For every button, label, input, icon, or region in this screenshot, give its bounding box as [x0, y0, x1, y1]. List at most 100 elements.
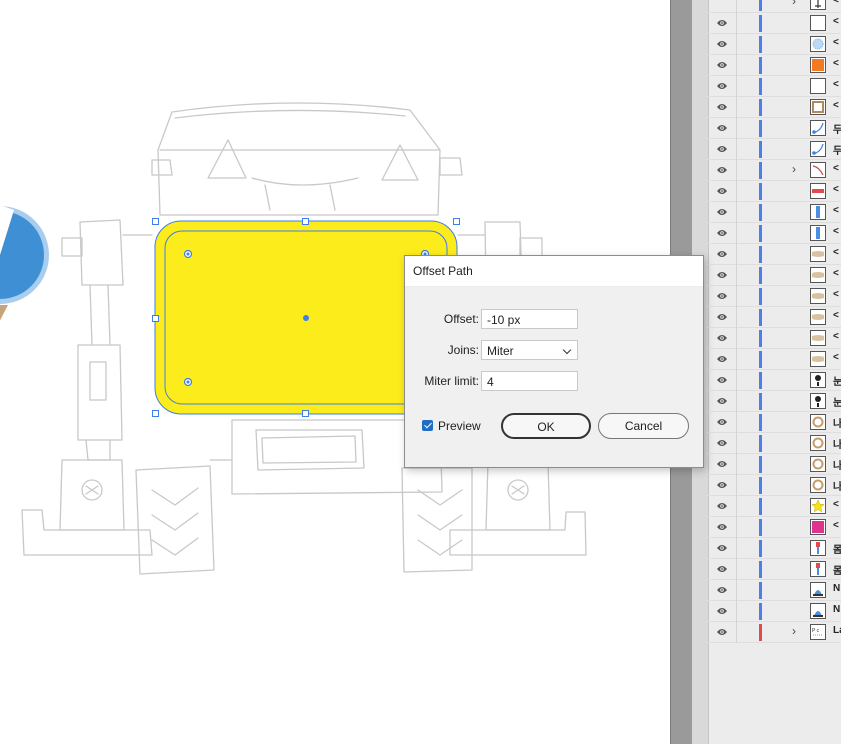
lock-column[interactable] — [736, 181, 737, 202]
lock-column[interactable] — [736, 55, 737, 76]
lock-column[interactable] — [736, 118, 737, 139]
eye-icon[interactable] — [716, 585, 728, 595]
eye-icon[interactable] — [716, 480, 728, 490]
eye-icon[interactable] — [716, 543, 728, 553]
lock-column[interactable] — [736, 244, 737, 265]
preview-label[interactable]: Preview — [438, 419, 481, 433]
layer-row[interactable]: < — [708, 223, 841, 244]
lock-column[interactable] — [736, 622, 737, 643]
lock-column[interactable] — [736, 265, 737, 286]
eye-icon[interactable] — [716, 438, 728, 448]
layer-row[interactable]: 두 — [708, 118, 841, 139]
lock-column[interactable] — [736, 601, 737, 622]
layer-row[interactable]: < — [708, 13, 841, 34]
eye-icon[interactable] — [716, 375, 728, 385]
chevron-right-icon[interactable]: › — [792, 624, 796, 638]
layer-row[interactable]: 눈 — [708, 391, 841, 412]
chevron-right-icon[interactable]: › — [792, 162, 796, 176]
lock-column[interactable] — [736, 202, 737, 223]
lock-column[interactable] — [736, 97, 737, 118]
lock-column[interactable] — [736, 139, 737, 160]
layer-row[interactable]: N — [708, 601, 841, 622]
layer-row[interactable]: < — [708, 286, 841, 307]
layer-row[interactable]: < — [708, 496, 841, 517]
lock-column[interactable] — [736, 580, 737, 601]
miter-limit-input[interactable]: 4 — [481, 371, 578, 391]
eye-icon[interactable] — [716, 606, 728, 616]
ok-button[interactable]: OK — [501, 413, 591, 439]
eye-icon[interactable] — [716, 291, 728, 301]
offset-input[interactable]: -10 px — [481, 309, 578, 329]
layer-row[interactable]: 나 — [708, 475, 841, 496]
layer-row[interactable]: 눈 — [708, 370, 841, 391]
lock-column[interactable] — [736, 496, 737, 517]
eye-icon[interactable] — [716, 18, 728, 28]
lock-column[interactable] — [736, 160, 737, 181]
layer-row[interactable]: 몸 — [708, 559, 841, 580]
layer-row[interactable]: › P c La — [708, 622, 841, 643]
layer-row[interactable]: < — [708, 328, 841, 349]
lock-column[interactable] — [736, 412, 737, 433]
chevron-right-icon[interactable]: › — [792, 0, 796, 8]
layer-row[interactable]: < — [708, 244, 841, 265]
layer-row[interactable]: N — [708, 580, 841, 601]
layer-row[interactable]: < — [708, 181, 841, 202]
layer-row[interactable]: < — [708, 517, 841, 538]
eye-icon[interactable] — [716, 312, 728, 322]
lock-column[interactable] — [736, 433, 737, 454]
lock-column[interactable] — [736, 391, 737, 412]
preview-checkbox[interactable] — [422, 420, 433, 431]
eye-icon[interactable] — [716, 144, 728, 154]
layer-row[interactable]: 나 — [708, 412, 841, 433]
layer-row[interactable]: 나 — [708, 433, 841, 454]
cancel-button[interactable]: Cancel — [598, 413, 689, 439]
eye-icon[interactable] — [716, 270, 728, 280]
eye-icon[interactable] — [716, 627, 728, 637]
eye-icon[interactable] — [716, 564, 728, 574]
lock-column[interactable] — [736, 559, 737, 580]
eye-icon[interactable] — [716, 417, 728, 427]
eye-icon[interactable] — [716, 123, 728, 133]
eye-icon[interactable] — [716, 81, 728, 91]
lock-column[interactable] — [736, 538, 737, 559]
layer-row[interactable]: < — [708, 349, 841, 370]
lock-column[interactable] — [736, 307, 737, 328]
layer-row[interactable]: 나 — [708, 454, 841, 475]
eye-icon[interactable] — [716, 396, 728, 406]
layer-row[interactable]: 두 — [708, 139, 841, 160]
lock-column[interactable] — [736, 286, 737, 307]
eye-icon[interactable] — [716, 249, 728, 259]
eye-icon[interactable] — [716, 333, 728, 343]
joins-select[interactable]: Miter — [481, 340, 578, 360]
eye-icon[interactable] — [716, 102, 728, 112]
lock-column[interactable] — [736, 517, 737, 538]
layer-row[interactable]: › < — [708, 0, 841, 13]
lock-column[interactable] — [736, 475, 737, 496]
eye-icon[interactable] — [716, 228, 728, 238]
layer-row[interactable]: < — [708, 55, 841, 76]
lock-column[interactable] — [736, 223, 737, 244]
layer-row[interactable]: < — [708, 76, 841, 97]
eye-icon[interactable] — [716, 186, 728, 196]
layer-row[interactable]: < — [708, 34, 841, 55]
eye-icon[interactable] — [716, 459, 728, 469]
lock-column[interactable] — [736, 454, 737, 475]
lock-column[interactable] — [736, 0, 737, 13]
eye-icon[interactable] — [716, 60, 728, 70]
layer-row[interactable]: < — [708, 202, 841, 223]
layer-row[interactable]: < — [708, 307, 841, 328]
eye-icon[interactable] — [716, 501, 728, 511]
layer-row[interactable]: › < — [708, 160, 841, 181]
lock-column[interactable] — [736, 34, 737, 55]
eye-icon[interactable] — [716, 522, 728, 532]
eye-icon[interactable] — [716, 39, 728, 49]
layer-row[interactable]: < — [708, 265, 841, 286]
lock-column[interactable] — [736, 349, 737, 370]
lock-column[interactable] — [736, 76, 737, 97]
eye-icon[interactable] — [716, 354, 728, 364]
lock-column[interactable] — [736, 370, 737, 391]
eye-icon[interactable] — [716, 207, 728, 217]
lock-column[interactable] — [736, 328, 737, 349]
layer-row[interactable]: < — [708, 97, 841, 118]
lock-column[interactable] — [736, 13, 737, 34]
